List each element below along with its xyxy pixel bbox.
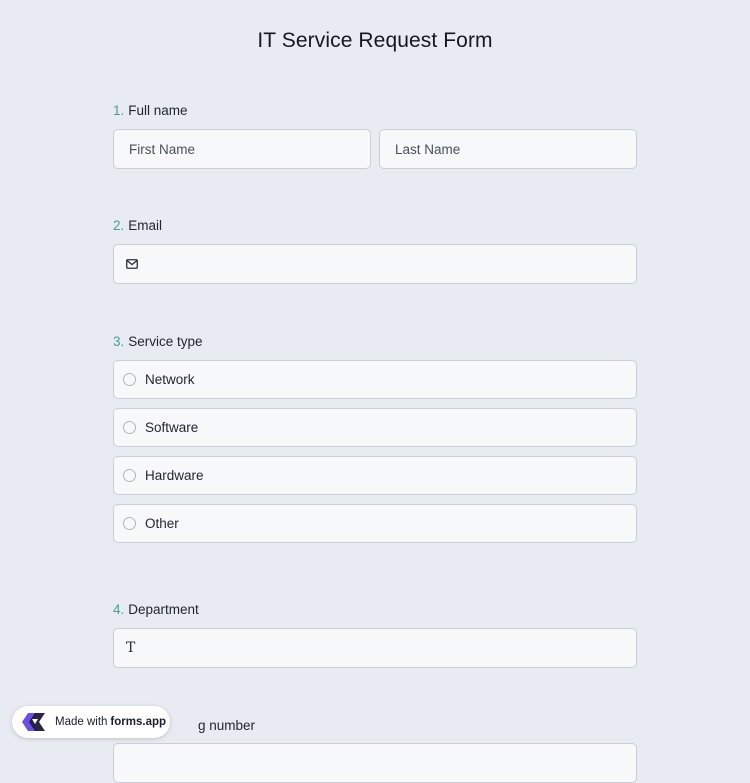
radio-button[interactable]: [123, 469, 136, 482]
service-option-software[interactable]: Software: [113, 408, 637, 447]
option-label: Software: [145, 420, 199, 435]
question-text: Service type: [128, 334, 203, 349]
question-text: Email: [128, 218, 163, 233]
service-option-other[interactable]: Other: [113, 504, 637, 543]
envelope-icon: [126, 259, 138, 269]
option-label: Other: [145, 516, 179, 531]
department-field[interactable]: T: [113, 628, 637, 668]
form-title: IT Service Request Form: [257, 29, 493, 52]
option-label: Hardware: [145, 468, 204, 483]
option-label: Network: [145, 372, 195, 387]
badge-brand-text: forms.app: [110, 716, 167, 728]
next-question-field[interactable]: [113, 743, 637, 783]
question-number: 3.: [113, 334, 125, 349]
question-email-label: 2. Email: [113, 218, 162, 233]
email-field[interactable]: [113, 244, 637, 284]
text-icon: T: [126, 640, 136, 656]
forms-app-logo-icon: [19, 710, 49, 734]
radio-button[interactable]: [123, 373, 136, 386]
question-number: 4.: [113, 602, 125, 617]
service-option-hardware[interactable]: Hardware: [113, 456, 637, 495]
last-name-placeholder: Last Name: [395, 141, 461, 157]
question-text: Department: [128, 602, 199, 617]
first-name-field[interactable]: First Name: [113, 129, 371, 169]
question-text: Full name: [128, 103, 188, 118]
radio-button[interactable]: [123, 517, 136, 530]
question-service-type-label: 3. Service type: [113, 334, 203, 349]
question-number: 1.: [113, 103, 125, 118]
first-name-placeholder: First Name: [129, 141, 196, 157]
question-department-label: 4. Department: [113, 602, 199, 617]
question-full-name-label: 1. Full name: [113, 103, 188, 118]
question-number: 2.: [113, 218, 125, 233]
service-option-network[interactable]: Network: [113, 360, 637, 399]
radio-button[interactable]: [123, 421, 136, 434]
badge-made-with-text: Made with: [55, 716, 108, 728]
made-with-badge[interactable]: Made with forms.app: [12, 706, 170, 738]
question-partial-label: g number: [198, 718, 256, 733]
last-name-field[interactable]: Last Name: [379, 129, 637, 169]
